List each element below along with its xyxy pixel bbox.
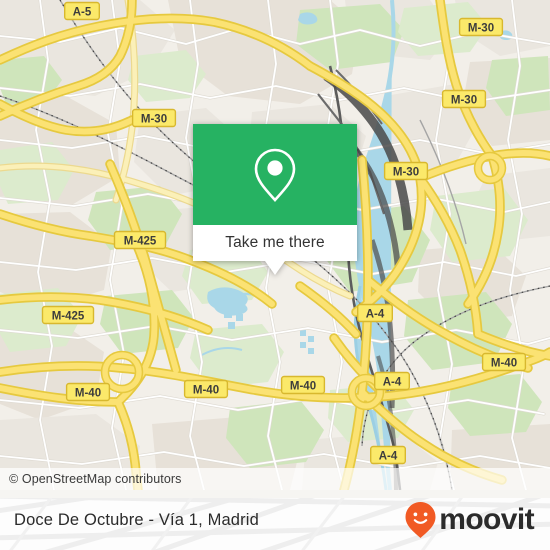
road-shield: A-4	[370, 445, 407, 465]
location-callout-card[interactable]: Take me there	[193, 124, 357, 275]
road-shield-label: M-425	[52, 310, 85, 322]
road-shield: M-40	[280, 375, 326, 395]
callout-pin-area	[193, 124, 357, 225]
road-shield: A-4	[374, 371, 411, 391]
map-canvas[interactable]: .land{fill:#f2efe9} .resid{fill:#eae6df}…	[0, 0, 550, 490]
road-shield-label: M-30	[468, 22, 494, 34]
road-shield: M-30	[131, 108, 177, 128]
footer-bar: Doce De Octubre - Vía 1, Madrid moovit	[0, 490, 550, 550]
road-shield-label: M-30	[393, 166, 419, 178]
attribution-text: © OpenStreetMap contributors	[9, 472, 182, 486]
road-shield: M-30	[458, 17, 504, 37]
road-shield-label: M-40	[491, 357, 517, 369]
road-shield-label: M-425	[124, 235, 157, 247]
road-shield-label: A-4	[379, 450, 398, 462]
map-attribution: © OpenStreetMap contributors	[0, 468, 550, 490]
moovit-pin-smiley-icon	[405, 502, 436, 538]
moovit-wordmark: moovit	[439, 503, 534, 536]
road-shield: M-425	[113, 230, 167, 250]
road-shield: M-40	[65, 382, 111, 402]
road-shield: A-4	[357, 303, 394, 323]
road-shield: A-5	[63, 1, 100, 21]
road-shield-label: M-40	[75, 387, 101, 399]
take-me-there-button[interactable]: Take me there	[193, 225, 357, 275]
road-shield: M-425	[41, 305, 95, 325]
footer-content: Doce De Octubre - Vía 1, Madrid moovit	[0, 490, 550, 550]
road-shield-label: A-5	[73, 6, 92, 18]
moovit-map-screen: .land{fill:#f2efe9} .resid{fill:#eae6df}…	[0, 0, 550, 550]
road-shield: M-30	[383, 161, 429, 181]
road-shield-label: A-4	[383, 376, 402, 388]
station-title: Doce De Octubre - Vía 1, Madrid	[14, 510, 259, 529]
road-shield-label: A-4	[366, 308, 385, 320]
road-shield: M-40	[183, 379, 229, 399]
road-shield-label: M-30	[141, 113, 167, 125]
callout-tail	[265, 261, 285, 275]
road-shield-label: M-40	[193, 384, 219, 396]
road-shield: M-40	[481, 352, 527, 372]
moovit-logo[interactable]: moovit	[404, 501, 535, 539]
road-shield-label: M-30	[451, 94, 477, 106]
map-pin-icon	[254, 148, 296, 202]
take-me-there-label: Take me there	[225, 234, 325, 251]
road-shield: M-30	[441, 89, 487, 109]
road-shield-label: M-40	[290, 380, 316, 392]
